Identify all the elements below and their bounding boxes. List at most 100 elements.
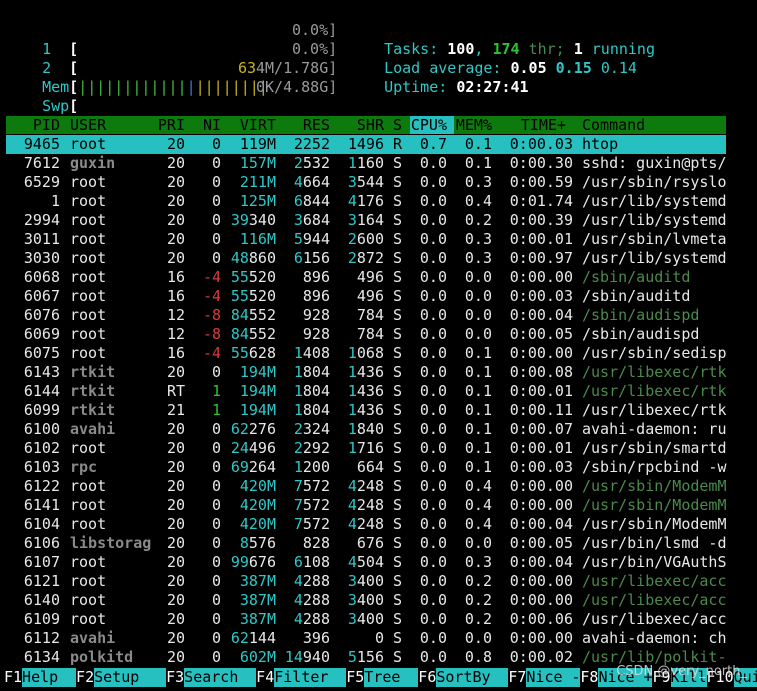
cell-cmd: /usr/lib/systemd [582, 192, 727, 210]
cell-shr: 1436 [347, 363, 384, 381]
process-row[interactable]: 6140 root 20 0 387M 4288 3400 S 0.0 0.2 0:00.00/us… [0, 591, 757, 610]
fkey-f2[interactable]: F2 [76, 668, 94, 687]
process-row[interactable]: 6069 root 12 -8 84552 928 784 S 0.0 0.0 0:00.05/sb… [0, 325, 757, 344]
process-row[interactable]: 6103 rpc 20 0 69264 1200 664 S 0.0 0.1 0:00.03/sbi… [0, 458, 757, 477]
fkey-label-nice[interactable]: Nice - [526, 668, 581, 687]
cell-s: S [393, 211, 403, 229]
cell-shr: 3400 [347, 591, 384, 609]
column-header-shr[interactable]: SHR [357, 116, 384, 134]
process-row[interactable]: 6109 root 20 0 387M 4288 3400 S 0.0 0.2 0:00.06/us… [0, 610, 757, 629]
process-row[interactable]: 3030 root 20 0 48860 6156 2872 S 0.0 0.3 0:00.97/u… [0, 249, 757, 268]
fkey-label-help[interactable]: Help [22, 668, 77, 687]
cell-mem: 0.4 [464, 477, 492, 495]
column-header-mem[interactable]: MEM% [456, 116, 492, 134]
column-header-pid[interactable]: PID [33, 116, 60, 134]
cell-cpu: 0.0 [419, 648, 447, 666]
cell-pri: 16 [166, 287, 185, 305]
cell-cpu: 0.0 [419, 268, 447, 286]
process-row[interactable]: 6099 rtkit 21 1 194M 1804 1436 S 0.0 0.1 0:00.11/u… [0, 401, 757, 420]
cell-s: S [393, 477, 403, 495]
cell-cmd: /usr/sbin/ModemM [582, 477, 727, 495]
cell-user: rtkit [70, 401, 116, 419]
cell-mem: 0.3 [464, 249, 492, 267]
cell-user: avahi [70, 629, 116, 647]
process-row[interactable]: 6067 root 16 -4 55520 896 496 S 0.0 0.0 0:00.03/sb… [0, 287, 757, 306]
cell-shr: 1840 [347, 420, 384, 438]
cell-time: 0:00.02 [509, 648, 573, 666]
fkey-label-filter[interactable]: Filter [274, 668, 347, 687]
fkey-label-sortby[interactable]: SortBy [436, 668, 509, 687]
cell-s: S [393, 325, 403, 343]
process-row[interactable]: 6102 root 20 0 24496 2292 1716 S 0.0 0.1 0:00.01/u… [0, 439, 757, 458]
process-row[interactable]: 2994 root 20 0 39340 3684 3164 S 0.0 0.2 0:00.39/u… [0, 211, 757, 230]
cell-pri: 12 [166, 325, 185, 343]
fkey-label-tree[interactable]: Tree [364, 668, 419, 687]
cell-mem: 0.2 [464, 211, 492, 229]
fkey-f3[interactable]: F3 [166, 668, 184, 687]
fkey-f4[interactable]: F4 [256, 668, 274, 687]
process-row[interactable]: 6075 root 16 -4 55628 1408 1068 S 0.0 0.1 0:00.00 /… [0, 344, 757, 363]
process-row[interactable]: 6068 root 16 -4 55520 896 496 S 0.0 0.0 0:00.00/sb… [0, 268, 757, 287]
cell-pri: 20 [166, 154, 185, 172]
column-header-user[interactable]: USER [70, 116, 106, 134]
process-row[interactable]: 3011 root 20 0 116M 5944 2600 S 0.0 0.3 0:00.01/us… [0, 230, 757, 249]
fkey-f1[interactable]: F1 [4, 668, 22, 687]
cell-shr: 1716 [347, 439, 384, 457]
cell-mem: 0.1 [464, 458, 492, 476]
cell-res: 2292 [293, 439, 330, 457]
process-row[interactable]: 6141 root 20 0 420M 7572 4248 S 0.0 0.4 0:00.00/us… [0, 496, 757, 515]
cell-cpu: 0.0 [419, 306, 447, 324]
column-header-ni[interactable]: NI [203, 116, 221, 134]
cell-res: 4288 [293, 610, 330, 628]
cell-virt: 24496 [230, 439, 276, 457]
process-table-header[interactable]: PID USER PRI NI VIRT RES SHR S CPU% MEM% TIME+ Comm… [6, 116, 726, 134]
process-row[interactable]: 6076 root 12 -8 84552 928 784 S 0.0 0.0 0:00.04/sb… [0, 306, 757, 325]
process-row[interactable]: 6107 root 20 0 99676 6108 4504 S 0.0 0.3 0:00.04/u… [0, 553, 757, 572]
column-header-s[interactable]: S [393, 116, 402, 134]
process-row[interactable]: 7612 guxin 20 0 157M 2532 1160 S 0.0 0.1 0:00.30 ss… [0, 154, 757, 173]
process-row[interactable]: 6143 rtkit 20 0 194M 1804 1436 S 0.0 0.1 0:00.08/u… [0, 363, 757, 382]
column-header-time[interactable]: TIME+ [521, 116, 566, 134]
cell-user: root [70, 439, 107, 457]
column-header-pri[interactable]: PRI [158, 116, 185, 134]
process-row[interactable]: 6529 root 20 0 211M 4664 3544 S 0.0 0.3 0:00.59/us… [0, 173, 757, 192]
process-row[interactable]: 6104 root 20 0 420M 7572 4248 S 0.0 0.4 0:00.04/us… [0, 515, 757, 534]
fkey-label-setup[interactable]: Setup [94, 668, 167, 687]
cell-mem: 0.1 [464, 135, 492, 153]
process-row[interactable]: 6122 root 20 0 420M 7572 4248 S 0.0 0.4 0:00.00/us… [0, 477, 757, 496]
cell-shr: 4504 [347, 553, 384, 571]
process-row[interactable]: 9465 root 20 0 119M 2252 1496 R 0.7 0.1 0:00.03 hto… [0, 135, 757, 154]
cell-cpu: 0.0 [419, 629, 447, 647]
mem-value-text: 4M/1.78G] [256, 59, 338, 77]
cell-virt: 602M [239, 648, 276, 666]
cell-user: rpc [70, 458, 98, 476]
cell-s: S [393, 610, 403, 628]
cell-res: 6844 [293, 192, 330, 210]
column-header-cpu[interactable]: CPU% [411, 116, 447, 134]
process-row[interactable]: 6112 avahi 20 0 62144 396 0 S 0.0 0.0 0:00.00 avahi… [0, 629, 757, 648]
column-header-virt[interactable]: VIRT [240, 116, 276, 134]
cell-mem: 0.0 [464, 287, 492, 305]
process-row[interactable]: 6106 libstorag 20 0 8576 828 676 S 0.0 0.0 0:00.05… [0, 534, 757, 553]
fkey-f7[interactable]: F7 [508, 668, 526, 687]
column-header-res[interactable]: RES [303, 116, 330, 134]
process-row[interactable]: 1 root 20 0 125M 6844 4176 S 0.0 0.4 0:01.74/usr/l… [0, 192, 757, 211]
fkey-f8[interactable]: F8 [580, 668, 598, 687]
column-header-command[interactable]: Command [582, 116, 645, 134]
cell-pid: 6103 [23, 458, 60, 476]
cell-res: 4288 [293, 572, 330, 590]
fkey-f5[interactable]: F5 [346, 668, 364, 687]
fkey-label-search[interactable]: Search [184, 668, 257, 687]
cell-res: 4664 [293, 173, 330, 191]
process-row[interactable]: 6144 rtkit RT 1 194M 1804 1436 S 0.0 0.1 0:00.01/u… [0, 382, 757, 401]
cell-user: root [70, 211, 107, 229]
cell-cpu: 0.0 [419, 496, 447, 514]
cell-virt: 55520 [230, 268, 276, 286]
cell-user: root [70, 553, 107, 571]
fkey-f6[interactable]: F6 [418, 668, 436, 687]
load-summary: Load average: 0.05 0.15 0.14 [366, 40, 637, 77]
cell-ni: 0 [211, 135, 221, 153]
cell-res: 828 [302, 534, 330, 552]
process-row[interactable]: 6121 root 20 0 387M 4288 3400 S 0.0 0.2 0:00.00/us… [0, 572, 757, 591]
process-row[interactable]: 6100 avahi 20 0 62276 2324 1840 S 0.0 0.1 0:00.07 a… [0, 420, 757, 439]
